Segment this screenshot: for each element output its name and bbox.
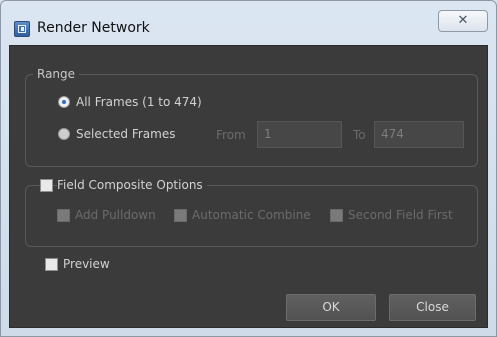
range-group-title: Range xyxy=(33,66,80,82)
close-icon: ✕ xyxy=(457,13,469,28)
second-field-first-checkbox[interactable] xyxy=(330,209,343,222)
second-field-first-label: Second Field First xyxy=(348,208,453,222)
selected-frames-radio[interactable] xyxy=(58,128,70,140)
add-pulldown-label: Add Pulldown xyxy=(75,208,156,222)
all-frames-label[interactable]: All Frames (1 to 474) xyxy=(76,94,202,110)
window-title: Render Network xyxy=(37,20,150,36)
ok-button[interactable]: OK xyxy=(286,294,376,321)
from-label: From xyxy=(216,128,246,142)
preview-label[interactable]: Preview xyxy=(63,256,110,272)
close-button[interactable]: Close xyxy=(389,294,476,321)
selected-frames-label[interactable]: Selected Frames xyxy=(76,126,175,142)
to-frame-field[interactable]: 474 xyxy=(374,121,464,148)
add-pulldown-checkbox[interactable] xyxy=(57,209,70,222)
app-icon xyxy=(14,21,30,37)
field-composite-checkbox[interactable] xyxy=(40,179,53,192)
all-frames-radio[interactable] xyxy=(58,96,70,108)
from-frame-field[interactable]: 1 xyxy=(257,121,342,148)
automatic-combine-label: Automatic Combine xyxy=(192,208,311,222)
automatic-combine-checkbox[interactable] xyxy=(174,209,187,222)
to-label: To xyxy=(353,128,366,142)
render-network-dialog: Render Network ✕ Range All Frames (1 to … xyxy=(0,0,497,337)
title-bar[interactable]: Render Network ✕ xyxy=(1,1,496,45)
dialog-body: Range All Frames (1 to 474) Selected Fra… xyxy=(9,45,488,328)
close-window-button[interactable]: ✕ xyxy=(438,10,488,32)
preview-checkbox[interactable] xyxy=(45,258,58,271)
field-composite-label[interactable]: Field Composite Options xyxy=(57,177,207,193)
